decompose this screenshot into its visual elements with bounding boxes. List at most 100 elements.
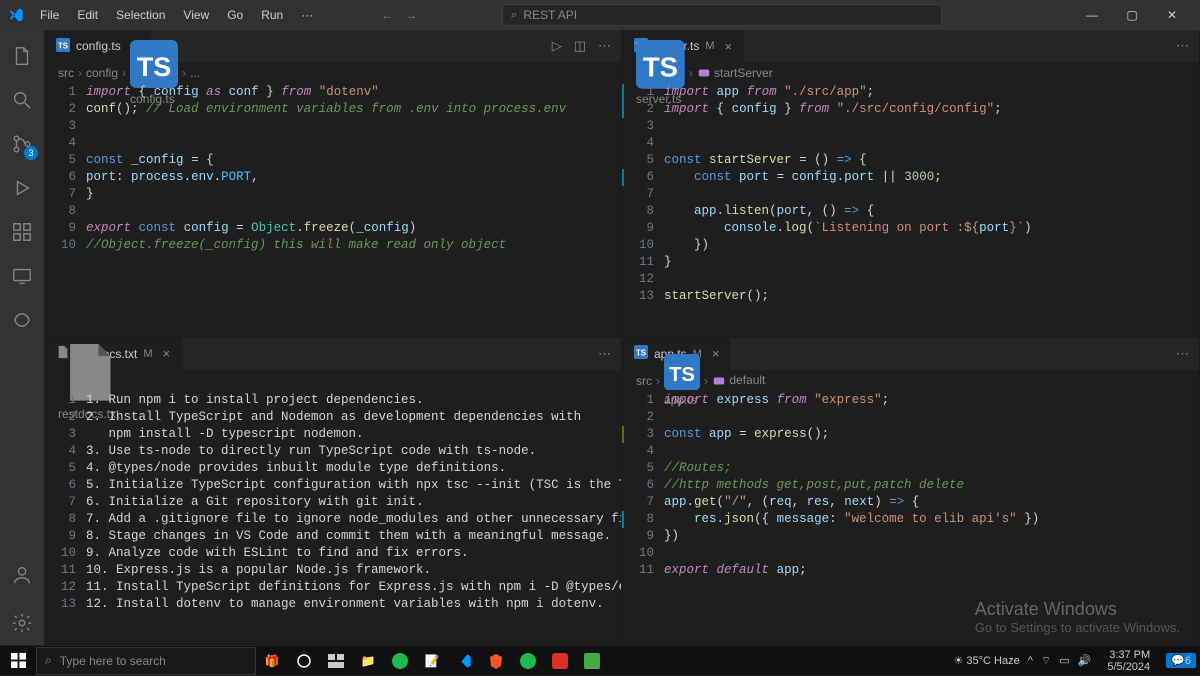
taskbar-vscode-icon[interactable]	[448, 646, 480, 676]
breadcrumb-segment[interactable]: ...	[190, 66, 200, 80]
code-content[interactable]: import { config as conf } from "dotenv"c…	[86, 84, 621, 337]
code-area[interactable]: 12345678910 import { config as conf } fr…	[44, 84, 621, 337]
code-line[interactable]: 11. Install TypeScript definitions for E…	[86, 579, 621, 596]
code-line[interactable]: //Object.freeze(_config) this will make …	[86, 237, 621, 254]
breadcrumb-segment[interactable]: startServer	[697, 66, 773, 81]
code-line[interactable]: console.log(`Listening on port :${port}`…	[664, 220, 1199, 237]
breadcrumb[interactable]: TS server.ts › startServer	[622, 62, 1199, 84]
breadcrumb-segment[interactable]: config	[86, 66, 118, 80]
extensions-icon[interactable]	[0, 210, 44, 254]
code-line[interactable]: const app = express();	[664, 426, 1199, 443]
code-line[interactable]: 5. Initialize TypeScript configuration w…	[86, 477, 621, 494]
tray-chevron-icon[interactable]: ^	[1028, 655, 1033, 667]
code-line[interactable]	[86, 135, 621, 152]
split-icon[interactable]: ◫	[574, 38, 586, 54]
maximize-button[interactable]: ▢	[1112, 0, 1152, 30]
breadcrumb[interactable]: src › config › TS config.ts › ...	[44, 62, 621, 84]
code-line[interactable]: conf(); // Load environment variables fr…	[86, 101, 621, 118]
taskbar-spotify2-icon[interactable]	[512, 646, 544, 676]
code-line[interactable]: 3. Use ts-node to directly run TypeScrip…	[86, 443, 621, 460]
code-line[interactable]: 6. Initialize a Git repository with git …	[86, 494, 621, 511]
taskbar-search[interactable]: ⌕ Type here to search	[36, 647, 256, 675]
code-line[interactable]: app.get("/", (req, res, next) => {	[664, 494, 1199, 511]
code-line[interactable]: }	[86, 186, 621, 203]
tray-wifi-icon[interactable]: ⌔	[1041, 654, 1051, 668]
taskbar-gift-icon[interactable]: 🎁	[256, 646, 288, 676]
more-icon[interactable]: ⋯	[1176, 346, 1189, 362]
tray-battery-icon[interactable]: ▭	[1059, 654, 1069, 667]
breadcrumb-segment[interactable]: src	[58, 66, 74, 80]
code-content[interactable]: import express from "express";const app …	[664, 392, 1199, 645]
code-area[interactable]: 1234567891011 import express from "expre…	[622, 392, 1199, 645]
code-line[interactable]	[86, 118, 621, 135]
notifications-icon[interactable]: 💬6	[1166, 653, 1196, 668]
code-line[interactable]: 12. Install dotenv to manage environment…	[86, 596, 621, 613]
taskbar-notes-icon[interactable]: 📝	[416, 646, 448, 676]
taskbar-spotify-icon[interactable]	[384, 646, 416, 676]
menu-item-run[interactable]: Run	[253, 4, 291, 26]
code-line[interactable]	[664, 545, 1199, 562]
code-line[interactable]: })	[664, 237, 1199, 254]
taskbar-brave-icon[interactable]	[480, 646, 512, 676]
menu-item-···[interactable]: ···	[293, 4, 321, 26]
code-area[interactable]: 12345678910111213 import app from "./src…	[622, 84, 1199, 337]
command-center-search[interactable]: ⌕ REST API	[502, 4, 942, 26]
taskbar-taskview-icon[interactable]	[320, 646, 352, 676]
code-line[interactable]: 9. Analyze code with ESLint to find and …	[86, 545, 621, 562]
code-line[interactable]: port: process.env.PORT,	[86, 169, 621, 186]
remote-icon[interactable]	[0, 254, 44, 298]
breadcrumb-segment[interactable]: src	[636, 374, 652, 388]
taskbar-explorer-icon[interactable]: 📁	[352, 646, 384, 676]
weather-widget[interactable]: ☀ 35°C Haze	[953, 654, 1019, 667]
minimize-button[interactable]: —	[1072, 0, 1112, 30]
menu-item-edit[interactable]: Edit	[69, 4, 106, 26]
live-share-icon[interactable]	[0, 298, 44, 342]
taskbar-screenshot-icon[interactable]	[576, 646, 608, 676]
settings-gear-icon[interactable]	[0, 601, 44, 645]
code-line[interactable]: import app from "./src/app";	[664, 84, 1199, 101]
code-line[interactable]: const _config = {	[86, 152, 621, 169]
code-content[interactable]: 1. Run npm i to install project dependen…	[86, 392, 621, 645]
code-line[interactable]	[664, 135, 1199, 152]
breadcrumb-segment[interactable]: default	[712, 373, 765, 388]
start-button[interactable]	[0, 646, 36, 676]
forward-arrow-icon[interactable]: →	[405, 8, 417, 22]
taskbar-app-red-icon[interactable]	[544, 646, 576, 676]
code-line[interactable]: npm install -D typescript nodemon.	[86, 426, 621, 443]
run-icon[interactable]: ▷	[552, 38, 562, 54]
source-control-icon[interactable]: 3	[0, 122, 44, 166]
menu-item-file[interactable]: File	[32, 4, 67, 26]
close-tab-icon[interactable]: ×	[725, 39, 733, 54]
taskbar-clock[interactable]: 3:37 PM 5/5/2024	[1099, 649, 1158, 673]
accounts-icon[interactable]	[0, 553, 44, 597]
code-line[interactable]: const startServer = () => {	[664, 152, 1199, 169]
code-area[interactable]: 12345678910111213 1. Run npm i to instal…	[44, 392, 621, 645]
search-activity-icon[interactable]	[0, 78, 44, 122]
code-line[interactable]: app.listen(port, () => {	[664, 203, 1199, 220]
back-arrow-icon[interactable]: ←	[381, 8, 393, 22]
explorer-icon[interactable]	[0, 34, 44, 78]
code-line[interactable]	[664, 409, 1199, 426]
code-line[interactable]: 1. Run npm i to install project dependen…	[86, 392, 621, 409]
code-line[interactable]: 8. Stage changes in VS Code and commit t…	[86, 528, 621, 545]
code-line[interactable]	[86, 203, 621, 220]
code-line[interactable]	[664, 186, 1199, 203]
code-line[interactable]: import { config as conf } from "dotenv"	[86, 84, 621, 101]
more-icon[interactable]: ⋯	[1176, 38, 1189, 54]
close-button[interactable]: ✕	[1152, 0, 1192, 30]
code-line[interactable]: 10. Express.js is a popular Node.js fram…	[86, 562, 621, 579]
code-line[interactable]: //Routes;	[664, 460, 1199, 477]
menu-item-selection[interactable]: Selection	[108, 4, 173, 26]
code-line[interactable]: 7. Add a .gitignore file to ignore node_…	[86, 511, 621, 528]
taskbar-cortana-icon[interactable]	[288, 646, 320, 676]
code-line[interactable]: res.json({ message: "welcome to elib api…	[664, 511, 1199, 528]
code-line[interactable]	[664, 443, 1199, 460]
more-icon[interactable]: ⋯	[598, 38, 611, 54]
code-content[interactable]: import app from "./src/app";import { con…	[664, 84, 1199, 337]
code-line[interactable]: export default app;	[664, 562, 1199, 579]
code-line[interactable]	[664, 118, 1199, 135]
code-line[interactable]	[664, 271, 1199, 288]
code-line[interactable]: 2. Install TypeScript and Nodemon as dev…	[86, 409, 621, 426]
close-tab-icon[interactable]: ×	[163, 346, 171, 361]
menu-item-view[interactable]: View	[175, 4, 217, 26]
